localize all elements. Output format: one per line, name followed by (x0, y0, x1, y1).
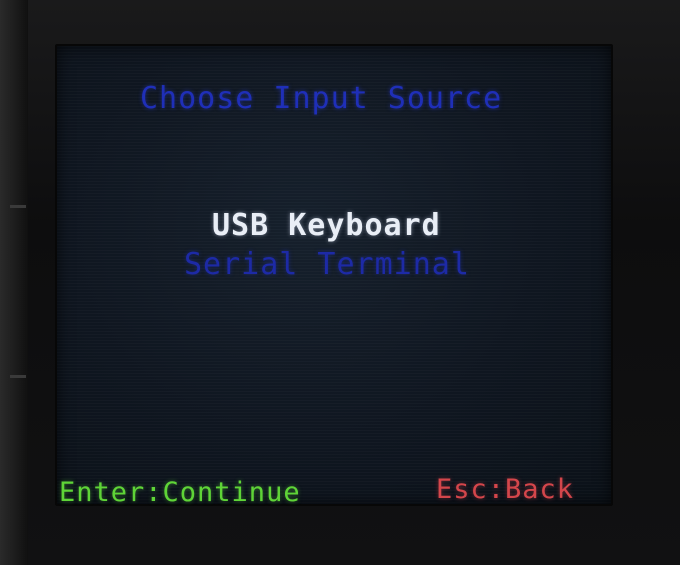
lcd-screen: Choose Input Source USB Keyboard Serial … (55, 44, 613, 508)
bezel-notch (10, 205, 26, 208)
menu-option-usb-keyboard[interactable]: USB Keyboard (212, 208, 441, 243)
enter-continue-hint[interactable]: Enter:Continue (59, 477, 301, 508)
esc-back-hint[interactable]: Esc:Back (436, 474, 574, 505)
menu-option-serial-terminal[interactable]: Serial Terminal (184, 247, 470, 282)
screen-title: Choose Input Source (140, 81, 503, 116)
device-bezel: Choose Input Source USB Keyboard Serial … (0, 0, 680, 565)
bezel-notch (10, 375, 26, 378)
bezel-left-edge (0, 0, 28, 565)
